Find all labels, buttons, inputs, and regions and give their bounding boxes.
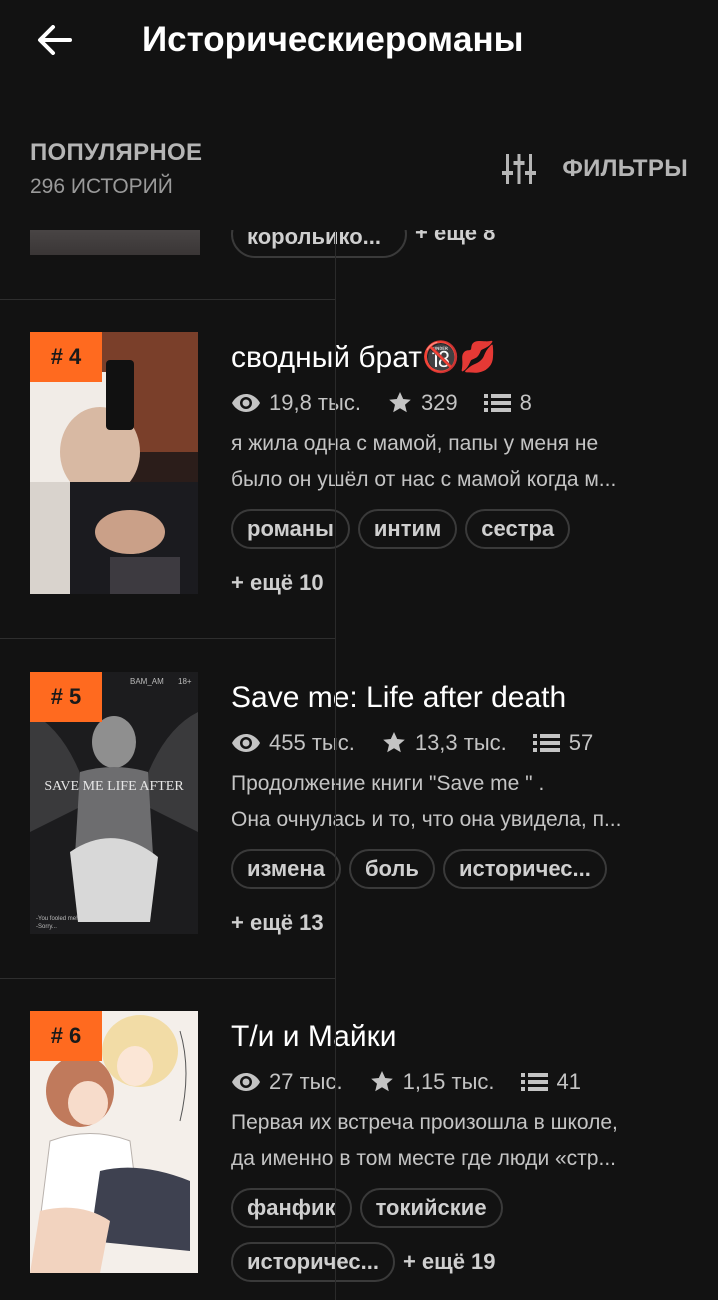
- tag-list: фанфик токийские: [231, 1188, 701, 1228]
- list-divider: [0, 638, 335, 639]
- story-title[interactable]: сводный брат🔞💋: [231, 336, 691, 380]
- cover-footer: -You fooled me!: [36, 916, 78, 922]
- tag-chip[interactable]: сестра: [465, 509, 571, 549]
- list-divider: [0, 299, 335, 300]
- more-tags-link[interactable]: + ещё 10: [231, 563, 324, 603]
- eye-icon: [232, 394, 260, 412]
- rank-badge: # 5: [30, 672, 102, 722]
- sliders-icon: [502, 154, 537, 184]
- tag-list-row2: + ещё 13: [231, 903, 324, 943]
- description-line: было он ушёл от нас с мамой когда м...: [231, 468, 617, 491]
- story-description: я жила одна с мамой, папы у меня не было…: [231, 426, 691, 498]
- description-line: да именно в том месте где люди «стр...: [231, 1147, 616, 1170]
- parts-stat: 41: [520, 1069, 582, 1095]
- votes-stat: 1,15 тыс.: [369, 1069, 495, 1095]
- tag-list: романы интим сестра: [231, 509, 701, 549]
- rank-badge: # 6: [30, 1011, 102, 1061]
- cover-footer: -Sorry...: [36, 924, 57, 930]
- description-line: Первая их встреча произошла в школе,: [231, 1111, 618, 1134]
- eye-icon: [232, 734, 260, 752]
- description-line: я жила одна с мамой, папы у меня не: [231, 432, 599, 455]
- screen: корольико... + ещё 8 # 4 сводный брат🔞💋 …: [0, 0, 718, 1300]
- scroll-guide-line: [335, 230, 336, 1300]
- views-stat: 455 тыс.: [231, 730, 355, 756]
- story-title[interactable]: Т/и и Майки: [231, 1015, 691, 1059]
- star-icon: [370, 1071, 393, 1092]
- story-cover[interactable]: # 4: [30, 332, 198, 594]
- arrow-left-icon: [38, 25, 72, 55]
- parts-stat: 57: [532, 730, 594, 756]
- views-count: 455 тыс.: [269, 730, 355, 755]
- tag-chip[interactable]: историчес...: [442, 849, 607, 889]
- parts-count: 57: [568, 730, 594, 755]
- filters-label: ФИЛЬТРЫ: [562, 155, 688, 182]
- parts-count: 8: [519, 390, 532, 415]
- views-stat: 27 тыс.: [231, 1069, 343, 1095]
- views-count: 19,8 тыс.: [269, 390, 361, 415]
- tag-chip[interactable]: боль: [348, 849, 435, 889]
- cover-rating: 18+: [178, 677, 192, 686]
- parts-stat: 8: [483, 390, 532, 416]
- list-icon: [532, 734, 560, 752]
- story-title[interactable]: Save me: Life after death: [231, 676, 691, 720]
- sort-title[interactable]: ПОПУЛЯРНОЕ: [30, 139, 202, 167]
- views-count: 27 тыс.: [269, 1069, 343, 1094]
- cover-author: BAM_AM: [130, 677, 164, 686]
- story-cover[interactable]: SAVE ME LIFE AFTER BAM_AM 18+ -You foole…: [30, 672, 198, 934]
- tag-chip[interactable]: токийские: [359, 1188, 503, 1228]
- more-tags-link[interactable]: + ещё 13: [231, 903, 324, 943]
- filters-button[interactable]: ФИЛЬТРЫ: [502, 151, 688, 187]
- story-stats: 455 тыс. 13,3 тыс. 57: [231, 728, 619, 758]
- list-icon: [483, 394, 511, 412]
- rank-badge: # 4: [30, 332, 102, 382]
- story-item[interactable]: # 6 Т/и и Майки 27 тыс. 1,15 тыс. 41 Пер…: [0, 1011, 718, 1282]
- story-cover[interactable]: # 6: [30, 1011, 198, 1273]
- description-line: Она очнулась и то, что она увидела, п...: [231, 808, 622, 831]
- story-stats: 19,8 тыс. 329 8: [231, 388, 558, 418]
- tag-chip[interactable]: интим: [357, 509, 458, 549]
- page-title: Историческиеромaны: [142, 20, 524, 59]
- views-stat: 19,8 тыс.: [231, 390, 361, 416]
- votes-count: 329: [420, 390, 458, 415]
- votes-stat: 329: [387, 390, 458, 416]
- story-stats: 27 тыс. 1,15 тыс. 41: [231, 1067, 607, 1097]
- eye-icon: [232, 1073, 260, 1091]
- list-divider: [0, 978, 335, 979]
- description-line: Продолжение книги "Save me " .: [231, 772, 545, 795]
- more-tags-link[interactable]: + ещё 19: [403, 1242, 496, 1282]
- tag-chip[interactable]: фанфик: [231, 1188, 352, 1228]
- tag-list-row2: + ещё 10: [231, 563, 324, 603]
- app-bar: Историческиеромaны: [0, 0, 718, 95]
- tag-chip[interactable]: историчес...: [231, 1242, 395, 1282]
- tag-chip[interactable]: романы: [231, 509, 350, 549]
- star-icon: [383, 732, 405, 753]
- story-count: 296 ИСТОРИЙ: [30, 175, 173, 198]
- parts-count: 41: [556, 1069, 582, 1094]
- list-icon: [520, 1073, 548, 1091]
- cover-caption: SAVE ME LIFE AFTER: [44, 779, 184, 794]
- star-icon: [389, 392, 411, 413]
- tag-list: измена боль историчес...: [231, 849, 701, 889]
- votes-count: 13,3 тыс.: [414, 730, 507, 755]
- sort-filter-bar: ПОПУЛЯРНОЕ 296 ИСТОРИЙ ФИЛЬТРЫ: [0, 95, 718, 230]
- story-description: Первая их встреча произошла в школе, да …: [231, 1105, 691, 1177]
- tag-chip[interactable]: измена: [231, 849, 341, 889]
- back-button[interactable]: [30, 18, 78, 62]
- votes-count: 1,15 тыс.: [402, 1069, 495, 1094]
- story-item[interactable]: SAVE ME LIFE AFTER BAM_AM 18+ -You foole…: [0, 672, 718, 935]
- votes-stat: 13,3 тыс.: [381, 730, 507, 756]
- tag-list-row2: историчес... + ещё 19: [231, 1242, 496, 1282]
- story-description: Продолжение книги "Save me " . Она очнул…: [231, 766, 691, 838]
- story-item[interactable]: # 4 сводный брат🔞💋 19,8 тыс. 329 8 я жил…: [0, 332, 718, 595]
